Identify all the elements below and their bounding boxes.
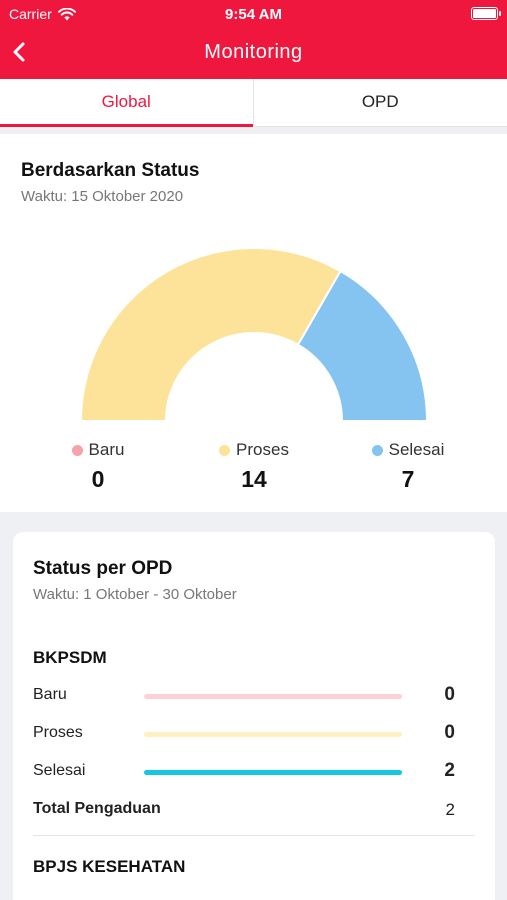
status-card-title: Berdasarkan Status xyxy=(21,160,200,181)
row-value: 2 xyxy=(444,760,455,781)
legend-label-row: Proses xyxy=(194,440,314,460)
legend-dot-icon xyxy=(219,444,231,456)
legend-label-row: Selesai xyxy=(348,440,468,460)
opd-group-bpjs: BPJS KESEHATAN xyxy=(33,857,475,877)
status-legend: Baru 0 Proses 14 Selesai 7 xyxy=(0,440,507,500)
clock: 9:54 AM xyxy=(225,6,282,23)
status-card-date: Waktu: 15 Oktober 2020 xyxy=(21,188,184,205)
navbar: Monitoring xyxy=(0,30,507,74)
legend-label: Baru xyxy=(88,440,125,459)
opd-row-total: Total Pengaduan 2 xyxy=(33,790,475,828)
tab-global[interactable]: Global xyxy=(0,79,254,127)
legend-item-baru: Baru 0 xyxy=(38,440,158,493)
opd-row-baru: Baru 0 xyxy=(33,676,475,714)
opd-row-selesai: Selesai 2 xyxy=(33,752,475,790)
legend-value: 7 xyxy=(401,466,415,492)
status-bar: Carrier 9:54 AM xyxy=(0,0,507,28)
legend-label: Proses xyxy=(236,440,289,459)
tab-bar: Global OPD xyxy=(0,79,507,127)
opd-card-title: Status per OPD xyxy=(33,558,173,579)
opd-status-card: Status per OPD Waktu: 1 Oktober - 30 Okt… xyxy=(13,532,495,900)
page-title: Monitoring xyxy=(204,41,303,63)
app-header: Carrier 9:54 AM Monitoring xyxy=(0,0,507,79)
opd-card-header: Status per OPD Waktu: 1 Oktober - 30 Okt… xyxy=(33,558,237,603)
tab-opd[interactable]: OPD xyxy=(254,79,507,126)
legend-label-row: Baru xyxy=(38,440,158,460)
total-label: Total Pengaduan xyxy=(33,800,161,817)
total-value: 2 xyxy=(445,800,455,819)
opd-row-proses: Proses 0 xyxy=(33,714,475,752)
status-gauge-chart xyxy=(79,248,429,422)
row-value: 0 xyxy=(444,722,455,743)
row-label: Selesai xyxy=(33,762,86,779)
legend-label: Selesai xyxy=(388,440,445,459)
row-label: Proses xyxy=(33,724,83,741)
opd-card-date: Waktu: 1 Oktober - 30 Oktober xyxy=(33,586,237,603)
opd-name: BKPSDM xyxy=(33,648,107,667)
legend-value: 0 xyxy=(91,466,105,492)
battery-icon xyxy=(471,7,501,20)
gauge-segment-proses xyxy=(79,248,342,422)
opd-name: BPJS KESEHATAN xyxy=(33,857,186,876)
row-label: Baru xyxy=(33,686,67,703)
progress-fill xyxy=(144,770,402,775)
progress-bar xyxy=(144,770,402,775)
legend-item-proses: Proses 14 xyxy=(194,440,314,493)
progress-bar xyxy=(144,732,402,737)
legend-dot-icon xyxy=(371,444,383,456)
progress-bar xyxy=(144,694,402,699)
row-value: 0 xyxy=(444,684,455,705)
opd-group-bkpsdm: BKPSDM Baru 0 Proses 0 Selesai 2 Total P… xyxy=(33,648,475,828)
legend-item-selesai: Selesai 7 xyxy=(348,440,468,493)
status-card-header: Berdasarkan Status Waktu: 15 Oktober 202… xyxy=(21,160,199,205)
legend-dot-icon xyxy=(71,444,83,456)
divider xyxy=(33,835,475,836)
legend-value: 14 xyxy=(241,466,267,492)
